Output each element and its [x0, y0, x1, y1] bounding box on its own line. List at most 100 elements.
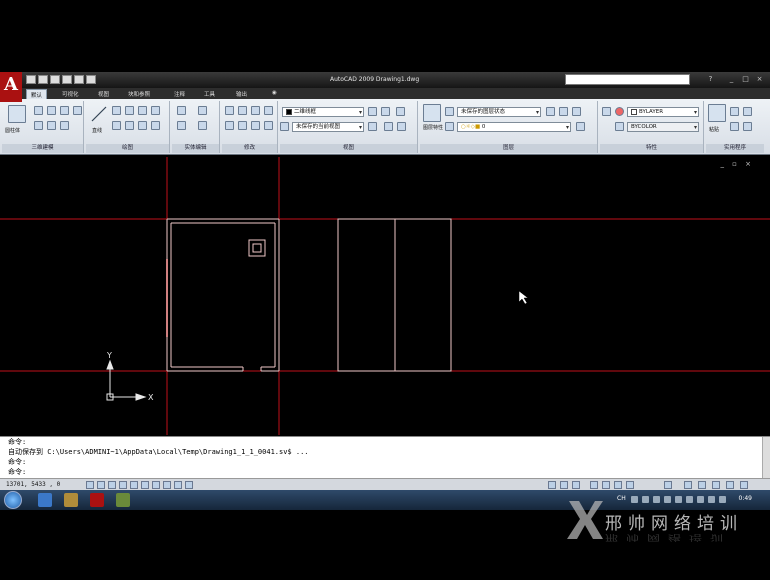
minimize-button[interactable]: _ — [726, 74, 737, 85]
erase-icon[interactable] — [251, 121, 260, 130]
visual-style-select[interactable]: 二维线框 — [282, 107, 364, 117]
hatch-icon[interactable] — [125, 106, 134, 115]
autocad-taskbar-icon[interactable] — [90, 493, 104, 507]
sweep-icon[interactable] — [73, 106, 82, 115]
region-icon[interactable] — [138, 121, 147, 130]
app-taskbar-icon[interactable] — [116, 493, 130, 507]
steering-status-icon[interactable] — [614, 481, 622, 489]
close-button[interactable]: × — [754, 74, 765, 85]
drawing-area[interactable]: _ ▫ × Y X — [0, 157, 770, 435]
tab-blocks-references[interactable]: 块和参照 — [124, 89, 154, 99]
arc-icon[interactable] — [112, 121, 121, 130]
extrude-icon[interactable] — [34, 106, 43, 115]
osnap-toggle[interactable] — [130, 481, 138, 489]
orbit-icon[interactable] — [384, 122, 393, 131]
undo-icon[interactable] — [74, 75, 84, 84]
lock-icon[interactable] — [712, 481, 720, 489]
move-icon[interactable] — [225, 106, 234, 115]
layer-previous-icon[interactable] — [546, 107, 555, 116]
cut-icon[interactable] — [730, 107, 739, 116]
elevation-view[interactable] — [337, 218, 452, 372]
showmotion-icon[interactable] — [626, 481, 634, 489]
model-space-button[interactable] — [548, 481, 556, 489]
dyn-toggle[interactable] — [163, 481, 171, 489]
rectangle-icon[interactable] — [138, 106, 147, 115]
quick-properties-toggle[interactable] — [185, 481, 193, 489]
trim-icon[interactable] — [251, 106, 260, 115]
pan-icon[interactable] — [396, 107, 405, 116]
maximize-button[interactable]: □ — [740, 74, 751, 85]
command-prompt[interactable]: 命令: — [8, 468, 26, 477]
start-button[interactable] — [4, 491, 22, 509]
layer-properties-icon[interactable] — [423, 104, 441, 122]
presspull-icon[interactable] — [47, 106, 56, 115]
otrack-toggle[interactable] — [141, 481, 149, 489]
command-window[interactable]: 命令: 自动保存到 C:\Users\ADMINI~1\AppData\Loca… — [0, 436, 770, 479]
tab-output[interactable]: 输出 — [232, 89, 251, 99]
ie-taskbar-icon[interactable] — [38, 493, 52, 507]
new-icon[interactable] — [26, 75, 36, 84]
clean-screen-icon[interactable] — [726, 481, 734, 489]
shell-icon[interactable] — [198, 121, 207, 130]
match-properties-icon[interactable] — [602, 107, 611, 116]
copy-clip-icon[interactable] — [743, 107, 752, 116]
snap-toggle[interactable] — [86, 481, 94, 489]
workspace-switch-icon[interactable] — [698, 481, 706, 489]
annotation-visibility-icon[interactable] — [684, 481, 692, 489]
named-views-icon[interactable] — [381, 107, 390, 116]
explorer-taskbar-icon[interactable] — [64, 493, 78, 507]
quick-calc-icon[interactable] — [743, 122, 752, 131]
saved-view-select[interactable]: 未保存的当前视图 — [292, 122, 364, 132]
layer-state-icon[interactable] — [445, 107, 454, 116]
rotate-icon[interactable] — [238, 106, 247, 115]
paste-icon[interactable] — [708, 104, 726, 122]
view-manager-icon[interactable] — [280, 122, 289, 131]
tab-view[interactable]: 视图 — [94, 89, 113, 99]
search-input[interactable] — [565, 74, 690, 85]
tab-tools[interactable]: 工具 — [200, 89, 219, 99]
union-icon[interactable] — [34, 121, 43, 130]
line-icon[interactable] — [90, 105, 108, 123]
linetype-select[interactable]: BYCOLOR — [627, 122, 699, 132]
room-plan[interactable] — [166, 218, 280, 372]
quick-view-layouts-button[interactable] — [560, 481, 568, 489]
ellipse-icon[interactable] — [151, 121, 160, 130]
minimize-ribbon-icon[interactable]: ◉ — [268, 89, 281, 99]
tab-visualize[interactable]: 可视化 — [58, 89, 83, 99]
polyline-icon[interactable] — [112, 106, 121, 115]
zoom-status-icon[interactable] — [602, 481, 610, 489]
array-icon[interactable] — [238, 121, 247, 130]
layer-off-icon[interactable] — [572, 107, 581, 116]
ducs-toggle[interactable] — [152, 481, 160, 489]
layer-isolate-icon[interactable] — [559, 107, 568, 116]
cylinder-icon[interactable] — [8, 105, 26, 123]
tab-annotate[interactable]: 注释 — [170, 89, 189, 99]
pan-status-icon[interactable] — [590, 481, 598, 489]
scale-icon[interactable] — [264, 121, 273, 130]
status-menu-icon[interactable] — [740, 481, 748, 489]
slice-icon[interactable] — [177, 106, 186, 115]
command-scrollbar[interactable] — [762, 437, 770, 479]
layer-match-icon[interactable] — [445, 122, 454, 131]
offset-icon[interactable] — [225, 121, 234, 130]
redo-icon[interactable] — [86, 75, 96, 84]
spline-icon[interactable] — [125, 121, 134, 130]
color-select[interactable]: BYLAYER — [627, 107, 699, 117]
coordinate-readout[interactable]: 13701, 5433 , 0 — [6, 481, 60, 488]
zoom-icon[interactable] — [368, 122, 377, 131]
extrude-faces-icon[interactable] — [198, 106, 207, 115]
view-cube-icon[interactable] — [368, 107, 377, 116]
intersect-icon[interactable] — [60, 121, 69, 130]
info-icon[interactable]: ? — [705, 74, 716, 85]
layer-freeze-icon[interactable] — [576, 122, 585, 131]
tab-default[interactable]: 默认 — [26, 89, 48, 99]
copy-icon[interactable] — [264, 106, 273, 115]
lineweight-toggle[interactable] — [174, 481, 182, 489]
print-icon[interactable] — [62, 75, 72, 84]
layer-state-select[interactable]: 未保存的图层状态 — [457, 107, 541, 117]
open-icon[interactable] — [38, 75, 48, 84]
steering-wheel-icon[interactable] — [397, 122, 406, 131]
ortho-toggle[interactable] — [108, 481, 116, 489]
polar-toggle[interactable] — [119, 481, 127, 489]
subtract-icon[interactable] — [47, 121, 56, 130]
